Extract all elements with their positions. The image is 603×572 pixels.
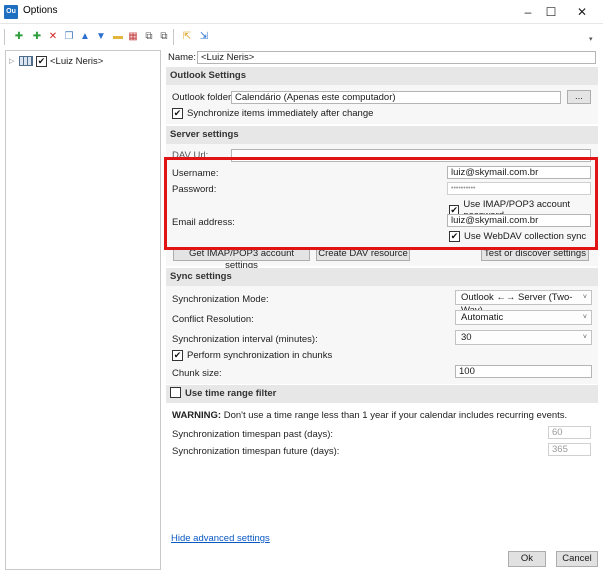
folder-icon[interactable]: ▬: [111, 29, 125, 43]
sync-settings-header: Sync settings: [166, 268, 598, 286]
username-label: Username:: [172, 168, 219, 179]
time-range-label: Use time range filter: [185, 388, 277, 399]
calendar-grid-icon: [19, 56, 33, 66]
password-label: Password:: [172, 184, 217, 195]
toolbar: ✚ ✚ ✕ ❐ ▲ ▼ ▬ ▦ ⧉ ⧉ ⇱ ⇲ ▾: [0, 24, 603, 50]
email-address-label: Email address:: [172, 217, 235, 228]
import-icon[interactable]: ⇲: [197, 29, 211, 43]
conflict-resolution-label: Conflict Resolution:: [172, 314, 254, 325]
chevron-down-icon: ˅: [582, 334, 587, 341]
time-range-warning: WARNING: Don't use a time range less tha…: [172, 410, 567, 421]
ok-button[interactable]: Ok: [508, 551, 546, 567]
sync-immediately-label: Synchronize items immediately after chan…: [187, 108, 374, 119]
delete-icon[interactable]: ✕: [46, 29, 60, 43]
timespan-future-field[interactable]: 365: [548, 443, 591, 456]
dav-url-label: DAV Url:: [172, 150, 209, 161]
cancel-button[interactable]: Cancel: [556, 551, 598, 567]
move-down-icon[interactable]: ▼: [94, 29, 108, 43]
sync-interval-label: Synchronization interval (minutes):: [172, 334, 318, 345]
sync-immediately-checkbox[interactable]: ✔: [172, 108, 183, 119]
chevron-down-icon: ˅: [582, 294, 587, 301]
username-field[interactable]: luiz@skymail.com.br: [447, 166, 591, 179]
expand-icon[interactable]: ⧉: [157, 29, 171, 43]
profile-tree: ▷ ✔ <Luiz Neris>: [5, 50, 161, 570]
toolbar-separator: [173, 29, 174, 45]
conflict-resolution-value: Automatic: [461, 312, 504, 323]
sync-mode-label: Synchronization Mode:: [172, 294, 269, 305]
sync-in-chunks-label: Perform synchronization in chunks: [187, 350, 333, 361]
toolbar-overflow-icon[interactable]: ▾: [589, 35, 593, 43]
profile-label[interactable]: <Luiz Neris>: [50, 56, 103, 67]
sync-interval-select[interactable]: 30 ˅: [455, 330, 592, 345]
sync-mode-select[interactable]: Outlook ←→ Server (Two-Way) ˅: [455, 290, 592, 316]
sync-interval-value: 30: [461, 332, 472, 343]
test-discover-settings-button[interactable]: Test or discover settings: [481, 247, 589, 261]
close-button[interactable]: ✕: [562, 0, 602, 24]
use-webdav-sync-label: Use WebDAV collection sync: [464, 231, 587, 242]
time-range-checkbox[interactable]: [170, 387, 181, 398]
server-settings-header: Server settings: [166, 126, 598, 144]
clear-cache-icon[interactable]: ▦: [126, 29, 140, 43]
move-up-icon[interactable]: ▲: [78, 29, 92, 43]
password-field[interactable]: ••••••••••: [447, 182, 591, 195]
timespan-past-field[interactable]: 60: [548, 426, 591, 439]
name-input[interactable]: <Luiz Neris>: [197, 51, 596, 64]
chevron-down-icon: ˅: [582, 314, 587, 321]
add-icon[interactable]: ✚: [12, 29, 26, 43]
sync-in-chunks-row[interactable]: ✔ Perform synchronization in chunks: [172, 350, 332, 361]
chunk-size-label: Chunk size:: [172, 368, 222, 379]
chunk-size-field[interactable]: 100: [455, 365, 592, 378]
dav-url-field[interactable]: [231, 149, 591, 162]
conflict-resolution-select[interactable]: Automatic ˅: [455, 310, 592, 325]
outlook-folder-field[interactable]: Calendário (Apenas este computador): [231, 91, 561, 104]
outlook-app-icon: Ou: [4, 5, 18, 19]
name-label: Name:: [168, 52, 196, 63]
tree-node-profile[interactable]: ▷ ✔ <Luiz Neris>: [9, 54, 103, 68]
warning-text: Don't use a time range less than 1 year …: [221, 410, 568, 421]
title-bar: Ou Options – ☐ ✕: [0, 0, 603, 24]
hide-advanced-settings-link[interactable]: Hide advanced settings: [171, 533, 270, 544]
warning-label: WARNING:: [172, 410, 222, 421]
timespan-past-label: Synchronization timespan past (days):: [172, 429, 334, 440]
toolbar-grip: [4, 29, 5, 45]
add-multiple-icon[interactable]: ✚: [30, 29, 44, 43]
create-dav-resource-button[interactable]: Create DAV resource: [316, 247, 410, 261]
use-webdav-sync-row[interactable]: ✔ Use WebDAV collection sync: [449, 231, 586, 242]
browse-folder-button[interactable]: ...: [567, 90, 591, 104]
timespan-future-label: Synchronization timespan future (days):: [172, 446, 340, 457]
use-webdav-sync-checkbox[interactable]: ✔: [449, 231, 460, 242]
email-address-field[interactable]: luiz@skymail.com.br: [447, 214, 591, 227]
copy-icon[interactable]: ❐: [62, 29, 76, 43]
get-imap-settings-button[interactable]: Get IMAP/POP3 account settings: [173, 247, 310, 271]
sync-immediately-row[interactable]: ✔ Synchronize items immediately after ch…: [172, 108, 373, 119]
collapse-icon[interactable]: ⧉: [142, 29, 156, 43]
sync-in-chunks-checkbox[interactable]: ✔: [172, 350, 183, 361]
tree-expander-icon[interactable]: ▷: [9, 57, 19, 65]
profile-checkbox[interactable]: ✔: [36, 55, 47, 67]
outlook-folder-label: Outlook folder:: [172, 92, 234, 103]
window-title: Options: [23, 5, 58, 16]
export-icon[interactable]: ⇱: [180, 29, 194, 43]
time-range-header: Use time range filter: [166, 385, 598, 403]
outlook-settings-header: Outlook Settings: [166, 67, 598, 85]
